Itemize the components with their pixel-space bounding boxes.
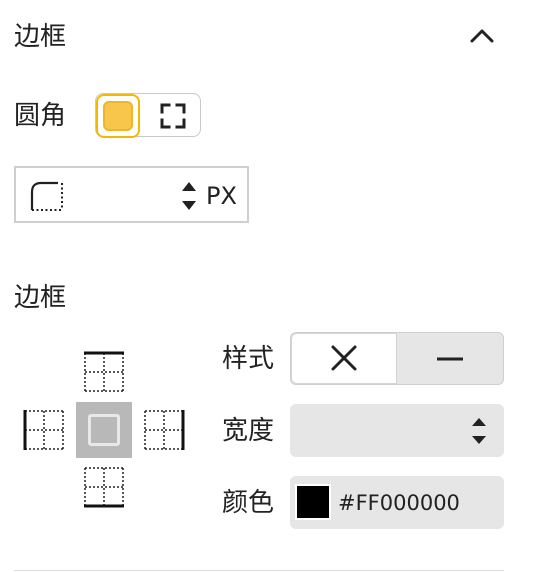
border-top-button[interactable] <box>82 351 126 393</box>
corner-brackets-icon <box>160 103 186 129</box>
border-left-button[interactable] <box>22 408 66 452</box>
color-hex-value: #FF000000 <box>338 491 460 515</box>
border-bottom-button[interactable] <box>82 466 126 508</box>
number-stepper-icon[interactable] <box>470 416 488 446</box>
color-swatch[interactable] <box>295 484 331 520</box>
chevron-up-icon[interactable] <box>466 20 498 52</box>
border-all-button[interactable] <box>76 402 132 458</box>
border-style-solid-button[interactable] <box>397 333 503 384</box>
corner-radius-input[interactable] <box>76 180 180 212</box>
border-style-label: 样式 <box>222 344 275 374</box>
corner-mode-toggle <box>95 93 201 138</box>
border-bottom-icon <box>84 467 124 508</box>
panel-title: 边框 <box>14 22 67 52</box>
border-width-field <box>290 404 504 457</box>
border-width-input[interactable] <box>302 416 456 446</box>
border-style-none-button[interactable] <box>291 333 397 384</box>
corner-radius-icon <box>30 181 63 211</box>
border-style-toggle <box>290 332 504 385</box>
border-top-icon <box>84 351 124 392</box>
section-divider <box>14 570 504 571</box>
corner-uniform-button[interactable] <box>96 94 140 138</box>
corner-separate-button[interactable] <box>160 103 186 129</box>
border-width-label: 宽度 <box>222 416 275 446</box>
radius-unit-label: PX <box>206 182 237 210</box>
border-section-title: 边框 <box>14 283 67 313</box>
corner-radius-label: 圆角 <box>14 101 67 131</box>
border-right-icon <box>144 410 185 450</box>
border-left-icon <box>23 410 64 450</box>
solid-line-icon <box>437 357 463 361</box>
rounded-square-icon <box>103 101 133 131</box>
corner-radius-field: PX <box>14 166 249 223</box>
border-all-icon <box>88 414 120 446</box>
border-right-button[interactable] <box>142 408 186 452</box>
border-color-field[interactable]: #FF000000 <box>290 476 504 529</box>
border-color-label: 颜色 <box>222 488 275 518</box>
number-stepper-icon[interactable] <box>180 180 198 212</box>
x-icon <box>331 345 357 371</box>
